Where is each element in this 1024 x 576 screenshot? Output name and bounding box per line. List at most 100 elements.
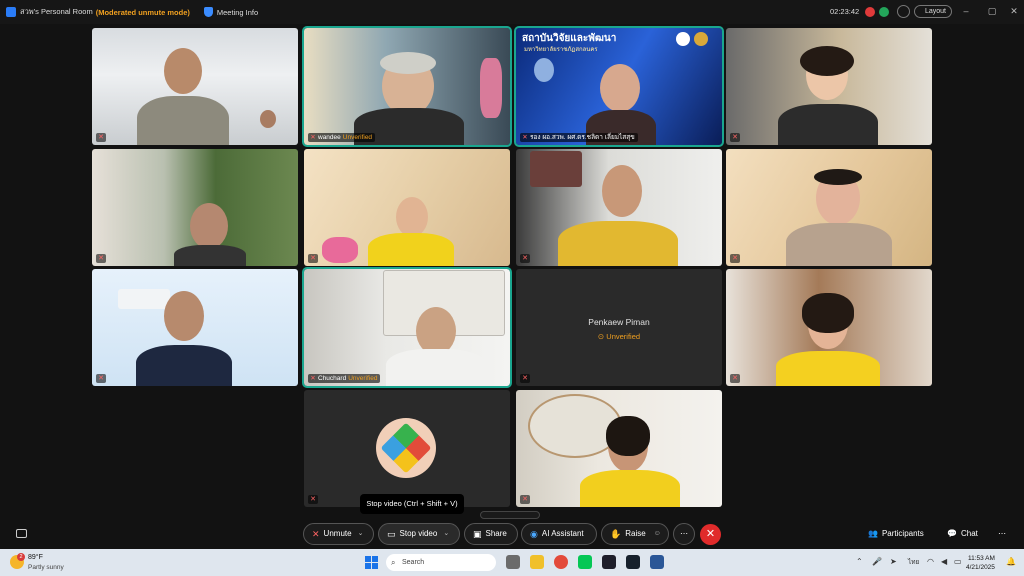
task-view-icon[interactable] (506, 555, 520, 569)
participant-name: Chuchard (318, 375, 347, 382)
muted-mic-icon: ✕ (520, 374, 530, 383)
search-icon: ⌕ (391, 558, 396, 567)
video-tile-7[interactable]: ✕ (516, 149, 722, 266)
more-icon: ⋯ (680, 529, 688, 538)
video-tile-13[interactable]: ✕ (304, 390, 510, 507)
shield-icon[interactable] (203, 7, 213, 17)
weather-temp: 89°F (28, 554, 43, 561)
video-tile-2[interactable]: ✕ wandee Unverified (302, 26, 512, 147)
share-button[interactable]: ▣ Share (464, 523, 518, 545)
windows-taskbar: 2 89°F Partly sunny ⌕ Search ⌃ 🎤 ➤ ไทย ◠… (0, 549, 1024, 576)
muted-mic-icon: ✕ (520, 254, 530, 263)
unverified-label: Unverified (348, 375, 378, 382)
video-tile-11[interactable]: Penkaew Piman ⊙ Unverified ✕ (516, 269, 722, 386)
unverified-label: ⊙ Unverified (597, 332, 641, 341)
chevron-down-icon[interactable]: ⌄ (443, 524, 449, 544)
share-icon: ▣ (473, 529, 482, 539)
taskbar-search[interactable]: ⌕ Search (386, 554, 496, 571)
muted-mic-icon: ✕ (730, 374, 740, 383)
recording-icon[interactable] (865, 7, 875, 17)
start-button[interactable] (365, 556, 378, 569)
ai-assistant-icon: ◉ (530, 529, 538, 539)
banner-subtitle: มหาวิทยาลัยราชภัฏสกลนคร (524, 47, 598, 53)
muted-mic-icon: ✕ (310, 375, 316, 382)
muted-mic-icon: ✕ (520, 495, 530, 504)
camera-icon: ▭ (387, 529, 396, 539)
meeting-info-button[interactable]: Meeting Info (217, 8, 258, 17)
participant-nametag: ✕ wandee Unverified (308, 133, 376, 142)
video-tile-9[interactable]: ✕ (92, 269, 298, 386)
raise-button[interactable]: ✋ Raise ☺ (601, 523, 669, 545)
chevron-down-icon[interactable]: ⌄ (358, 524, 364, 544)
chrome-icon[interactable] (554, 555, 568, 569)
room-name: สวพ's Personal Room (20, 7, 93, 16)
volume-icon[interactable]: ◀ (941, 557, 947, 566)
connection-icon[interactable] (879, 7, 889, 17)
line-app-icon[interactable] (578, 555, 592, 569)
ai-assistant-label: AI Assistant (541, 529, 584, 538)
participants-button[interactable]: 👥 Participants (868, 529, 924, 538)
language-indicator[interactable]: ไทย (908, 557, 919, 567)
scroll-handle[interactable] (480, 511, 540, 519)
capcut-icon[interactable] (626, 555, 640, 569)
participant-name: รอง ผอ.สวพ. ผศ.ดร.ชลิดา เลี่ยมไสสุข (530, 134, 635, 141)
unmute-button[interactable]: ✕ Unmute ⌄ (303, 523, 374, 545)
mic-muted-tray-icon[interactable]: 🎤 (872, 557, 882, 566)
more-menu-icon[interactable]: ⋯ (998, 529, 1006, 538)
chat-bubble-icon[interactable] (16, 529, 27, 538)
participants-label: Participants (881, 529, 924, 538)
stop-video-tooltip: Stop video (Ctrl + Shift + V) (360, 494, 464, 514)
participant-name: Penkaew Piman (588, 317, 650, 327)
reaction-icon[interactable]: ☺ (654, 524, 661, 544)
video-tile-5[interactable]: ✕ (92, 149, 298, 266)
participant-nametag: ✕ Chuchard Unverified (308, 374, 381, 383)
video-tile-14[interactable]: ✕ (516, 390, 722, 507)
unverified-label: Unverified (342, 134, 373, 141)
battery-icon[interactable]: ▭ (954, 557, 962, 566)
participant-nametag: ✕ รอง ผอ.สวพ. ผศ.ดร.ชลิดา เลี่ยมไสสุข (520, 133, 638, 142)
chat-icon: 💬 (947, 529, 957, 538)
word-icon[interactable] (650, 555, 664, 569)
tray-overflow-icon[interactable]: ⌃ (856, 557, 863, 566)
chat-button[interactable]: 💬 Chat (947, 529, 978, 538)
ai-assistant-button[interactable]: ◉ AI Assistant (521, 523, 597, 545)
stop-video-label: Stop video (399, 529, 438, 538)
minimize-icon[interactable]: – (960, 6, 972, 17)
video-tile-12[interactable]: ✕ (726, 269, 932, 386)
video-tile-4[interactable]: ✕ (726, 28, 932, 145)
file-explorer-icon[interactable] (530, 555, 544, 569)
layout-label: Layout (924, 8, 946, 15)
webex-app-icon[interactable] (602, 555, 616, 569)
wifi-icon[interactable]: ◠ (927, 557, 934, 566)
weather-condition: Partly sunny (28, 564, 64, 571)
chat-label: Chat (960, 529, 978, 538)
muted-mic-icon: ✕ (522, 134, 528, 141)
system-clock[interactable]: 11:53 AM 4/21/2025 (966, 554, 995, 572)
video-tile-3[interactable]: สถาบันวิจัยและพัฒนา มหาวิทยาลัยราชภัฏสกล… (514, 26, 724, 147)
notification-badge: 2 (17, 553, 25, 561)
more-options-button[interactable]: ⋯ (673, 523, 695, 545)
muted-mic-icon: ✕ (96, 374, 106, 383)
participant-name: wandee (318, 134, 341, 141)
video-tile-8[interactable]: ✕ (726, 149, 932, 266)
webex-logo-icon (6, 7, 16, 17)
layout-button[interactable]: Layout (914, 5, 952, 18)
muted-mic-icon: ✕ (308, 495, 318, 504)
video-tile-1[interactable]: ✕ (92, 28, 298, 145)
search-label: Search (402, 559, 425, 566)
muted-mic-icon: ✕ (730, 133, 740, 142)
participants-icon: 👥 (868, 529, 878, 538)
location-icon[interactable]: ➤ (890, 557, 897, 566)
zoom-icon[interactable] (897, 5, 910, 18)
leave-meeting-button[interactable]: ✕ (700, 524, 721, 545)
muted-mic-icon: ✕ (730, 254, 740, 263)
unverified-text: Unverified (606, 332, 641, 341)
video-tile-6[interactable]: ✕ (304, 149, 510, 266)
maximize-icon[interactable]: ▢ (986, 6, 998, 17)
close-icon[interactable]: ✕ (1008, 6, 1020, 17)
raise-label: Raise (625, 529, 646, 538)
muted-mic-icon: ✕ (96, 133, 106, 142)
notification-bell-icon[interactable]: 🔔 (1006, 557, 1016, 566)
stop-video-button[interactable]: ▭ Stop video ⌄ (378, 523, 460, 545)
video-tile-10[interactable]: ✕ Chuchard Unverified (302, 267, 512, 388)
